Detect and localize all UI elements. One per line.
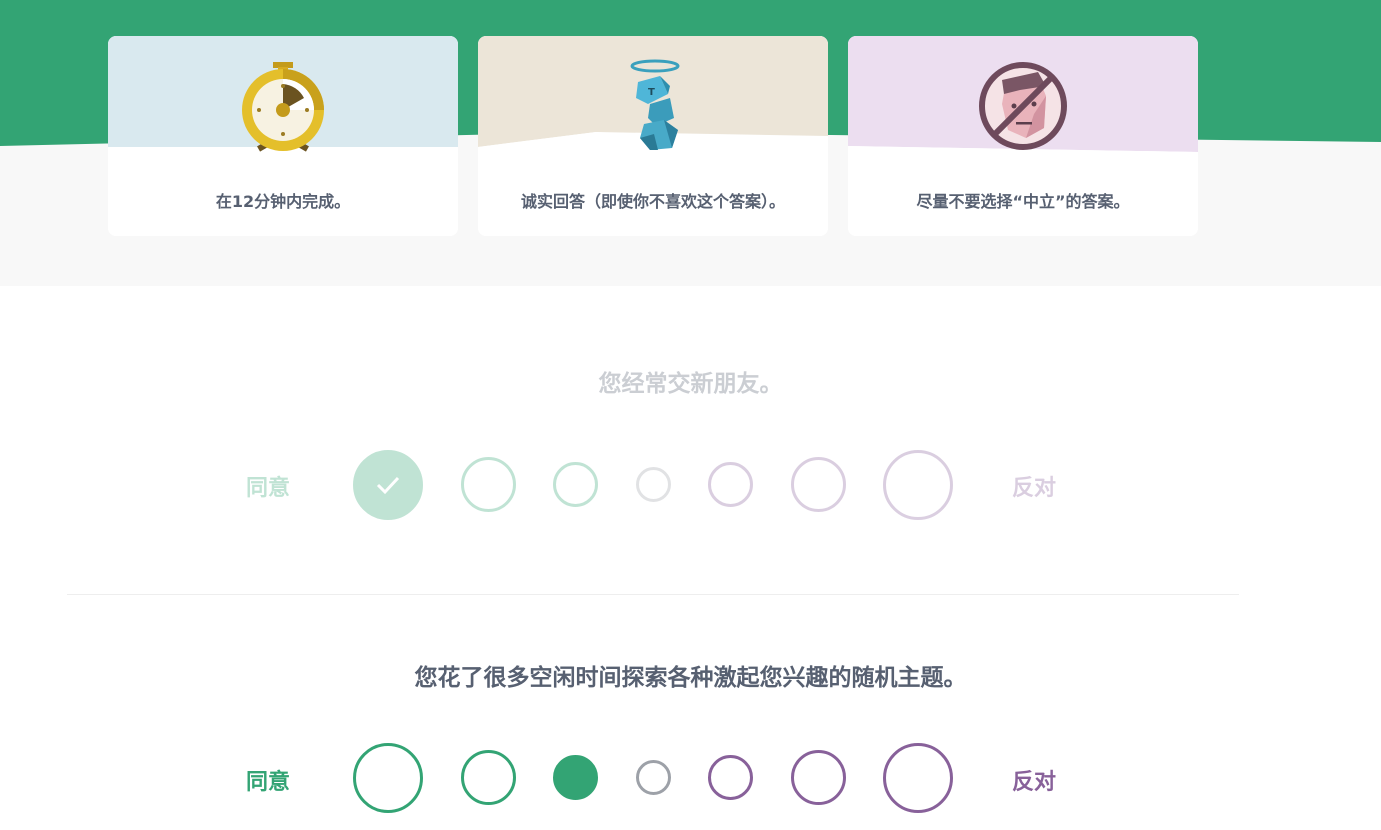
choice-strongly-agree[interactable] xyxy=(353,450,423,520)
choice-slightly-disagree[interactable] xyxy=(708,755,753,800)
choice-agree[interactable] xyxy=(461,457,516,512)
question-divider xyxy=(67,594,1239,595)
stopwatch-icon xyxy=(228,54,338,164)
test-page: 在12分钟内完成。 T 诚实回答（即使你不喜欢这个答案）。 尽量不要选择“中立”… xyxy=(0,0,1381,830)
agree-label: 同意 xyxy=(246,770,291,795)
tips-section: 在12分钟内完成。 T 诚实回答（即使你不喜欢这个答案）。 尽量不要选择“中立”… xyxy=(0,0,1381,286)
choice-neutral[interactable] xyxy=(636,760,671,795)
choice-disagree[interactable] xyxy=(791,457,846,512)
choice-slightly-agree[interactable] xyxy=(553,462,598,507)
tip-card-honest: T 诚实回答（即使你不喜欢这个答案）。 xyxy=(478,36,828,236)
choice-strongly-agree[interactable] xyxy=(353,743,423,813)
question-2: 您花了很多空闲时间探索各种激起您兴趣的随机主题。 同意 反对 xyxy=(0,634,1381,830)
choice-strongly-disagree[interactable] xyxy=(883,450,953,520)
choice-strongly-disagree[interactable] xyxy=(883,743,953,813)
honest-character-icon: T xyxy=(598,54,708,164)
tip-card-no-neutral: 尽量不要选择“中立”的答案。 xyxy=(848,36,1198,236)
question-text: 您花了很多空闲时间探索各种激起您兴趣的随机主题。 xyxy=(414,665,967,691)
tip-card-time: 在12分钟内完成。 xyxy=(108,36,458,236)
tip-text: 尽量不要选择“中立”的答案。 xyxy=(916,192,1130,211)
tip-text: 在12分钟内完成。 xyxy=(215,192,351,211)
question-text: 您经常交新朋友。 xyxy=(598,371,783,397)
question-1: 您经常交新朋友。 同意 反对 xyxy=(0,340,1381,540)
choice-neutral[interactable] xyxy=(636,467,671,502)
choice-slightly-disagree[interactable] xyxy=(708,462,753,507)
no-neutral-face-icon xyxy=(968,54,1078,164)
disagree-label: 反对 xyxy=(1012,476,1057,501)
svg-text:T: T xyxy=(648,87,655,98)
choice-agree[interactable] xyxy=(461,750,516,805)
agree-label: 同意 xyxy=(246,476,291,501)
disagree-label: 反对 xyxy=(1012,770,1057,795)
choice-slightly-agree[interactable] xyxy=(553,755,598,800)
tip-text: 诚实回答（即使你不喜欢这个答案）。 xyxy=(520,192,785,211)
check-icon xyxy=(356,453,420,517)
choice-disagree[interactable] xyxy=(791,750,846,805)
